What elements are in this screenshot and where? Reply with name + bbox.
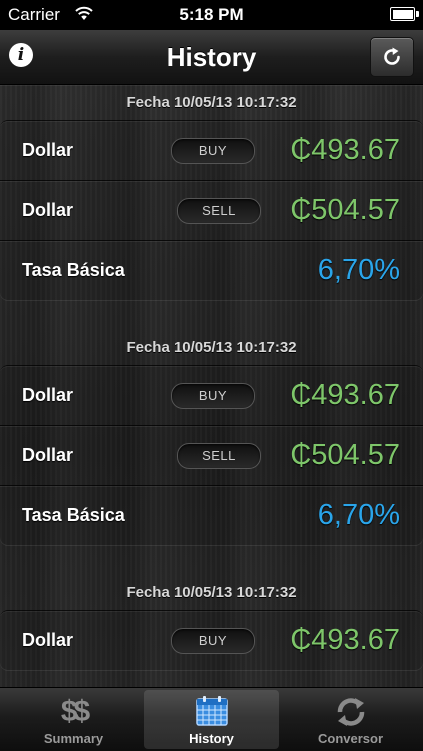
tab-label: Summary xyxy=(43,731,104,746)
currency-label: Dollar xyxy=(22,140,74,160)
currency-label: Dollar xyxy=(22,445,74,465)
buy-value: ₵493.67 xyxy=(290,134,400,166)
sell-badge: SELL xyxy=(177,443,261,469)
navigation-bar: i History xyxy=(0,30,423,85)
currency-label: Dollar xyxy=(22,385,74,405)
page-title: History xyxy=(166,42,257,72)
buy-badge: BUY xyxy=(171,138,255,164)
entry-date-header: Fecha 10/05/13 10:17:32 xyxy=(126,94,297,111)
tab-label: History xyxy=(189,731,234,746)
rate-row-sell[interactable]: Dollar SELL ₵504.57 xyxy=(0,426,423,486)
tab-conversor[interactable]: Conversor xyxy=(283,690,418,749)
currency-label: Dollar xyxy=(22,630,74,650)
rate-row-buy[interactable]: Dollar BUY ₵493.67 xyxy=(0,121,423,181)
sell-value: ₵504.57 xyxy=(290,439,400,471)
history-entry: Fecha 10/05/13 10:17:32 Dollar BUY ₵493.… xyxy=(0,330,423,545)
refresh-icon xyxy=(384,47,400,65)
rates-card: Dollar BUY ₵493.67 Dollar SELL ₵504.57 T… xyxy=(0,120,423,300)
sell-value: ₵504.57 xyxy=(290,194,400,226)
buy-value: ₵493.67 xyxy=(290,379,400,411)
clock: 5:18 PM xyxy=(179,5,244,24)
rate-row-tasa[interactable]: Tasa Básica 6,70% xyxy=(0,486,423,545)
history-entry: Fecha 10/05/13 10:17:32 Dollar BUY ₵493.… xyxy=(0,85,423,300)
rates-card: Dollar BUY ₵493.67 xyxy=(0,610,423,670)
sync-arrows-icon xyxy=(283,695,418,729)
dollar-sign-icon: $$ xyxy=(60,695,90,728)
calendar-icon xyxy=(144,695,279,729)
tasa-value: 6,70% xyxy=(317,499,400,531)
currency-label: Dollar xyxy=(22,200,74,220)
entry-date-header: Fecha 10/05/13 10:17:32 xyxy=(126,339,297,356)
history-entry: Fecha 10/05/13 10:17:32 Dollar BUY ₵493.… xyxy=(0,575,423,670)
tab-bar: $$ Summary History Conversor xyxy=(0,687,423,751)
sell-badge: SELL xyxy=(177,198,261,224)
tab-summary[interactable]: $$ Summary xyxy=(6,690,141,749)
rate-row-sell[interactable]: Dollar SELL ₵504.57 xyxy=(0,181,423,241)
rate-row-buy[interactable]: Dollar BUY ₵493.67 xyxy=(0,366,423,426)
rate-row-tasa[interactable]: Tasa Básica 6,70% xyxy=(0,241,423,300)
buy-value: ₵493.67 xyxy=(290,624,400,656)
battery-icon xyxy=(390,7,419,21)
tasa-label: Tasa Básica xyxy=(22,260,125,280)
tasa-label: Tasa Básica xyxy=(22,505,125,525)
tasa-value: 6,70% xyxy=(317,254,400,286)
tab-label: Conversor xyxy=(317,731,384,746)
status-bar: Carrier 5:18 PM xyxy=(0,0,423,30)
rate-row-buy[interactable]: Dollar BUY ₵493.67 xyxy=(0,611,423,670)
history-list[interactable]: Fecha 10/05/13 10:17:32 Dollar BUY ₵493.… xyxy=(0,85,423,687)
entry-date-header: Fecha 10/05/13 10:17:32 xyxy=(126,584,297,601)
tab-history[interactable]: History xyxy=(144,690,279,749)
buy-badge: BUY xyxy=(171,383,255,409)
buy-badge: BUY xyxy=(171,628,255,654)
rates-card: Dollar BUY ₵493.67 Dollar SELL ₵504.57 T… xyxy=(0,365,423,545)
refresh-button[interactable] xyxy=(370,37,414,77)
